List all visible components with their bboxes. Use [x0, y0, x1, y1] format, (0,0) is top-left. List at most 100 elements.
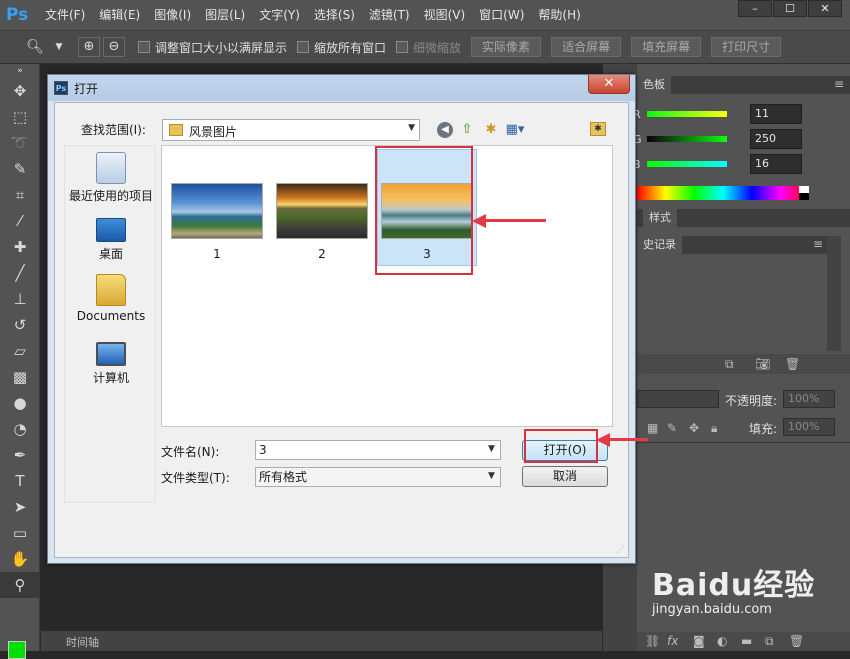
- color-spectrum-bar[interactable]: [637, 186, 809, 200]
- marquee-tool-icon[interactable]: ⬚: [0, 104, 40, 130]
- blend-mode-select[interactable]: [637, 390, 719, 408]
- gradient-tool-icon[interactable]: ▩: [0, 364, 40, 390]
- menu-type[interactable]: 文字(Y): [252, 0, 307, 30]
- tool-preset-chevron-icon[interactable]: ▼: [50, 38, 68, 56]
- timeline-panel[interactable]: 时间轴: [41, 630, 602, 651]
- lock-all-icon[interactable]: 🔒︎: [711, 421, 717, 436]
- foreground-color-swatch[interactable]: [8, 641, 26, 659]
- type-tool-icon[interactable]: T: [0, 468, 40, 494]
- layer-style-icon[interactable]: fx: [667, 634, 678, 648]
- panel-menu-icon[interactable]: ≡: [813, 237, 823, 251]
- lock-move-icon[interactable]: ✥: [689, 421, 699, 435]
- new-group-icon[interactable]: ▬: [741, 634, 752, 648]
- view-menu-icon[interactable]: ▦▾: [505, 120, 525, 140]
- look-in-select[interactable]: 风景图片 ▼: [162, 119, 420, 141]
- crop-tool-icon[interactable]: ⌗: [0, 182, 40, 208]
- lasso-tool-icon[interactable]: ➰: [0, 130, 40, 156]
- fill-field[interactable]: 100%: [783, 418, 835, 436]
- menu-view[interactable]: 视图(V): [417, 0, 473, 30]
- cancel-button[interactable]: 取消: [522, 466, 608, 487]
- red-value-field[interactable]: 11: [750, 104, 802, 124]
- menu-help[interactable]: 帮助(H): [531, 0, 587, 30]
- file-list[interactable]: 1 2 3: [161, 145, 613, 427]
- menu-edit[interactable]: 编辑(E): [92, 0, 147, 30]
- eyedropper-tool-icon[interactable]: ⁄: [0, 208, 40, 234]
- new-folder-icon[interactable]: ✱: [481, 120, 501, 140]
- back-icon[interactable]: ◀: [437, 122, 453, 138]
- place-desktop[interactable]: 桌面: [65, 212, 157, 262]
- dialog-title-bar[interactable]: Ps 打开 ✕: [48, 75, 635, 101]
- menu-window[interactable]: 窗口(W): [472, 0, 531, 30]
- healing-brush-tool-icon[interactable]: ✚: [0, 234, 40, 260]
- zoom-in-icon[interactable]: ⊕: [78, 37, 100, 57]
- place-documents[interactable]: Documents: [65, 274, 157, 323]
- checkbox-box[interactable]: [138, 41, 150, 53]
- eraser-tool-icon[interactable]: ▱: [0, 338, 40, 364]
- checkbox-box[interactable]: [297, 41, 310, 53]
- new-layer-icon[interactable]: ⧉: [765, 634, 774, 649]
- checkbox-box[interactable]: [396, 41, 409, 53]
- fit-screen-button[interactable]: 适合屏幕: [551, 37, 622, 57]
- green-value-field[interactable]: 250: [750, 129, 802, 149]
- layer-mask-icon[interactable]: ◙: [693, 634, 705, 648]
- zoom-tool-icon[interactable]: 🔍︎: [26, 38, 44, 56]
- green-slider[interactable]: [647, 136, 727, 142]
- panel-menu-icon[interactable]: ≡: [834, 77, 844, 91]
- delete-layer-icon[interactable]: 🗑︎: [789, 634, 804, 648]
- lock-brush-icon[interactable]: ✎: [667, 421, 677, 435]
- tab-styles[interactable]: 样式: [643, 209, 677, 227]
- zoom-all-windows-checkbox[interactable]: 缩放所有窗口: [297, 39, 386, 56]
- camera-icon[interactable]: 📷︎: [755, 357, 770, 371]
- brush-tool-icon[interactable]: ╱: [0, 260, 40, 286]
- print-size-button[interactable]: 打印尺寸: [711, 37, 782, 57]
- filename-input[interactable]: 3: [255, 440, 501, 460]
- new-snapshot-icon[interactable]: ⧉: [725, 357, 734, 372]
- tab-swatches[interactable]: 色板: [637, 76, 671, 94]
- blue-slider[interactable]: [647, 161, 727, 167]
- dodge-tool-icon[interactable]: ◔: [0, 416, 40, 442]
- black-white-swatch[interactable]: [799, 186, 809, 200]
- adjustment-layer-icon[interactable]: ◐: [717, 634, 727, 648]
- actual-pixels-button[interactable]: 实际像素: [471, 37, 542, 57]
- menu-filter[interactable]: 滤镜(T): [362, 0, 417, 30]
- menu-file[interactable]: 文件(F): [38, 0, 92, 30]
- blue-value-field[interactable]: 16: [750, 154, 802, 174]
- link-layers-icon[interactable]: ⛓: [645, 634, 660, 648]
- menu-select[interactable]: 选择(S): [307, 0, 362, 30]
- menu-image[interactable]: 图像(I): [147, 0, 198, 30]
- file-item[interactable]: 2: [276, 183, 368, 261]
- clone-stamp-tool-icon[interactable]: ⊥: [0, 286, 40, 312]
- tab-history[interactable]: 史记录: [637, 236, 682, 254]
- path-select-tool-icon[interactable]: ➤: [0, 494, 40, 520]
- pen-tool-icon[interactable]: ✒: [0, 442, 40, 468]
- scrubby-zoom-checkbox[interactable]: 细微缩放: [396, 39, 461, 56]
- hand-tool-icon[interactable]: ✋: [0, 546, 40, 572]
- history-scrollbar[interactable]: [827, 236, 841, 351]
- shape-tool-icon[interactable]: ▭: [0, 520, 40, 546]
- trash-icon[interactable]: 🗑︎: [785, 357, 800, 371]
- resize-windows-checkbox[interactable]: 调整窗口大小以满屏显示: [138, 39, 287, 56]
- quick-select-tool-icon[interactable]: ✎: [0, 156, 40, 182]
- filetype-select[interactable]: 所有格式: [255, 467, 501, 487]
- close-app-button[interactable]: ✕: [808, 0, 842, 17]
- history-brush-tool-icon[interactable]: ↺: [0, 312, 40, 338]
- zoom-tool-icon[interactable]: ⚲: [0, 572, 40, 598]
- place-computer[interactable]: 计算机: [65, 336, 157, 386]
- dialog-close-button[interactable]: ✕: [588, 75, 630, 94]
- favorite-folder-icon[interactable]: ✱: [590, 122, 606, 136]
- move-tool-icon[interactable]: ✥: [0, 78, 40, 104]
- place-recent[interactable]: 最近使用的项目: [65, 152, 157, 204]
- file-item[interactable]: 1: [171, 183, 263, 261]
- blur-tool-icon[interactable]: ●: [0, 390, 40, 416]
- lock-pixels-icon[interactable]: ▦: [647, 421, 658, 435]
- resize-grip-icon[interactable]: ⋰: [616, 545, 626, 555]
- fill-screen-button[interactable]: 填充屏幕: [631, 37, 702, 57]
- toolbox-collapse-icon[interactable]: »: [0, 64, 40, 78]
- opacity-field[interactable]: 100%: [783, 390, 835, 408]
- minimize-button[interactable]: –: [738, 0, 772, 17]
- zoom-out-icon[interactable]: ⊖: [103, 37, 125, 57]
- menu-layer[interactable]: 图层(L): [198, 0, 252, 30]
- red-slider[interactable]: [647, 111, 727, 117]
- maximize-button[interactable]: ☐: [773, 0, 807, 17]
- up-folder-icon[interactable]: ⇧: [457, 120, 477, 140]
